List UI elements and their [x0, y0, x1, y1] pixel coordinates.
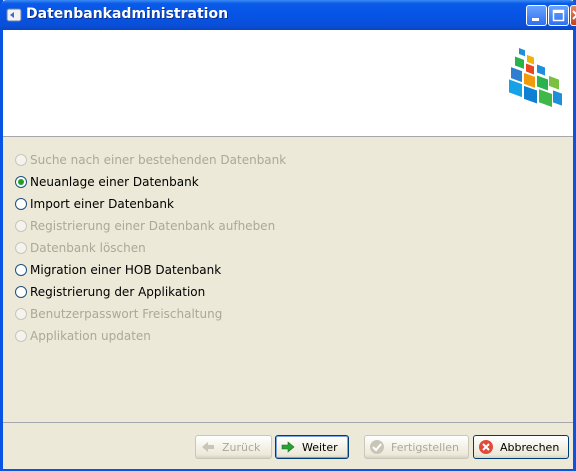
next-button[interactable]: Weiter	[275, 435, 349, 459]
radio-option[interactable]: Import einer Datenbank	[15, 193, 286, 215]
radio-option-label: Datenbank löschen	[30, 241, 146, 255]
radio-button	[15, 330, 27, 342]
radio-option: Applikation updaten	[15, 325, 286, 347]
radio-button[interactable]	[15, 176, 27, 188]
wizard-header	[3, 30, 573, 137]
window-title: Datenbankadministration	[26, 6, 229, 22]
radio-option: Registrierung einer Datenbank aufheben	[15, 215, 286, 237]
radio-option[interactable]: Registrierung der Applikation	[15, 281, 286, 303]
wizard-window: Datenbankadministration Suche nach einer…	[0, 0, 576, 471]
radio-button[interactable]	[15, 264, 27, 276]
maximize-icon	[552, 9, 565, 22]
radio-option: Benutzerpasswort Freischaltung	[15, 303, 286, 325]
close-button[interactable]	[570, 5, 576, 26]
arrow-left-icon	[202, 442, 214, 452]
app-icon	[6, 8, 22, 22]
cancel-button[interactable]: Abbrechen	[473, 435, 569, 459]
radio-button[interactable]	[15, 198, 27, 210]
radio-option-label: Neuanlage einer Datenbank	[30, 175, 199, 189]
radio-option-label: Registrierung einer Datenbank aufheben	[30, 219, 276, 233]
finish-button[interactable]: Fertigstellen	[364, 435, 469, 459]
back-button[interactable]: Zurück	[195, 435, 272, 459]
radio-option-label: Migration einer HOB Datenbank	[30, 263, 222, 277]
radio-button	[15, 154, 27, 166]
radio-option: Suche nach einer bestehenden Datenbank	[15, 149, 286, 171]
radio-option-label: Applikation updaten	[30, 329, 151, 343]
finish-button-label: Fertigstellen	[391, 440, 460, 454]
title-bar[interactable]: Datenbankadministration	[0, 0, 576, 30]
maximize-button[interactable]	[548, 5, 569, 26]
radio-option: Datenbank löschen	[15, 237, 286, 259]
radio-option-label: Benutzerpasswort Freischaltung	[30, 307, 223, 321]
close-icon	[572, 10, 576, 20]
check-icon	[370, 440, 384, 454]
radio-button	[15, 242, 27, 254]
back-button-label: Zurück	[222, 440, 261, 454]
cancel-icon	[479, 440, 493, 454]
arrow-right-icon	[281, 441, 295, 453]
radio-option[interactable]: Migration einer HOB Datenbank	[15, 259, 286, 281]
cancel-button-label: Abbrechen	[500, 440, 560, 454]
database-cubes-logo	[509, 48, 562, 108]
radio-option-label: Import einer Datenbank	[30, 197, 174, 211]
radio-option[interactable]: Neuanlage einer Datenbank	[15, 171, 286, 193]
radio-button	[15, 220, 27, 232]
wizard-footer: Zurück Weiter Fertigstellen Abbrechen	[3, 422, 573, 469]
radio-button[interactable]	[15, 286, 27, 298]
radio-option-label: Suche nach einer bestehenden Datenbank	[30, 153, 287, 167]
option-radio-group: Suche nach einer bestehenden Datenbank Ne…	[15, 149, 286, 347]
minimize-button[interactable]	[526, 5, 547, 26]
next-button-label: Weiter	[302, 440, 338, 454]
minimize-icon	[532, 18, 539, 21]
radio-option-label: Registrierung der Applikation	[30, 285, 206, 299]
radio-button	[15, 308, 27, 320]
